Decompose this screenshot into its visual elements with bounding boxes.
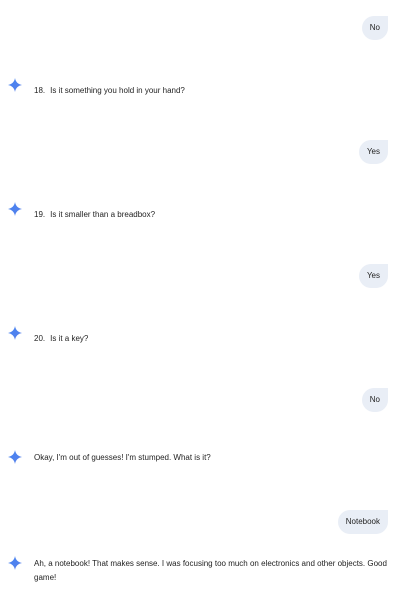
user-message-bubble: Yes xyxy=(358,140,388,164)
question-text: Is it a key? xyxy=(50,334,89,343)
sparkle-icon xyxy=(8,326,22,340)
question-text: Is it something you hold in your hand? xyxy=(50,86,185,95)
user-message-bubble: No xyxy=(361,388,388,412)
question-text: Is it smaller than a breadbox? xyxy=(50,210,156,219)
user-message-bubble: Notebook xyxy=(337,510,388,534)
sparkle-icon xyxy=(8,78,22,92)
sparkle-icon xyxy=(8,202,22,216)
model-message-text: 19. Is it smaller than a breadbox? xyxy=(34,208,388,222)
question-number: 19. xyxy=(34,210,46,219)
sparkle-icon xyxy=(8,450,22,464)
model-message-text: Okay, I'm out of guesses! I'm stumped. W… xyxy=(34,453,211,462)
question-number: 20. xyxy=(34,334,46,343)
sparkle-icon xyxy=(8,556,22,570)
model-message-text: 18. Is it something you hold in your hand… xyxy=(34,84,388,98)
model-message-text: 20. Is it a key? xyxy=(34,332,388,346)
question-number: 18. xyxy=(34,86,46,95)
user-message-bubble: Yes xyxy=(358,264,388,288)
model-message-text: Ah, a notebook! That makes sense. I was … xyxy=(34,559,387,582)
user-message-bubble: No xyxy=(361,16,388,40)
